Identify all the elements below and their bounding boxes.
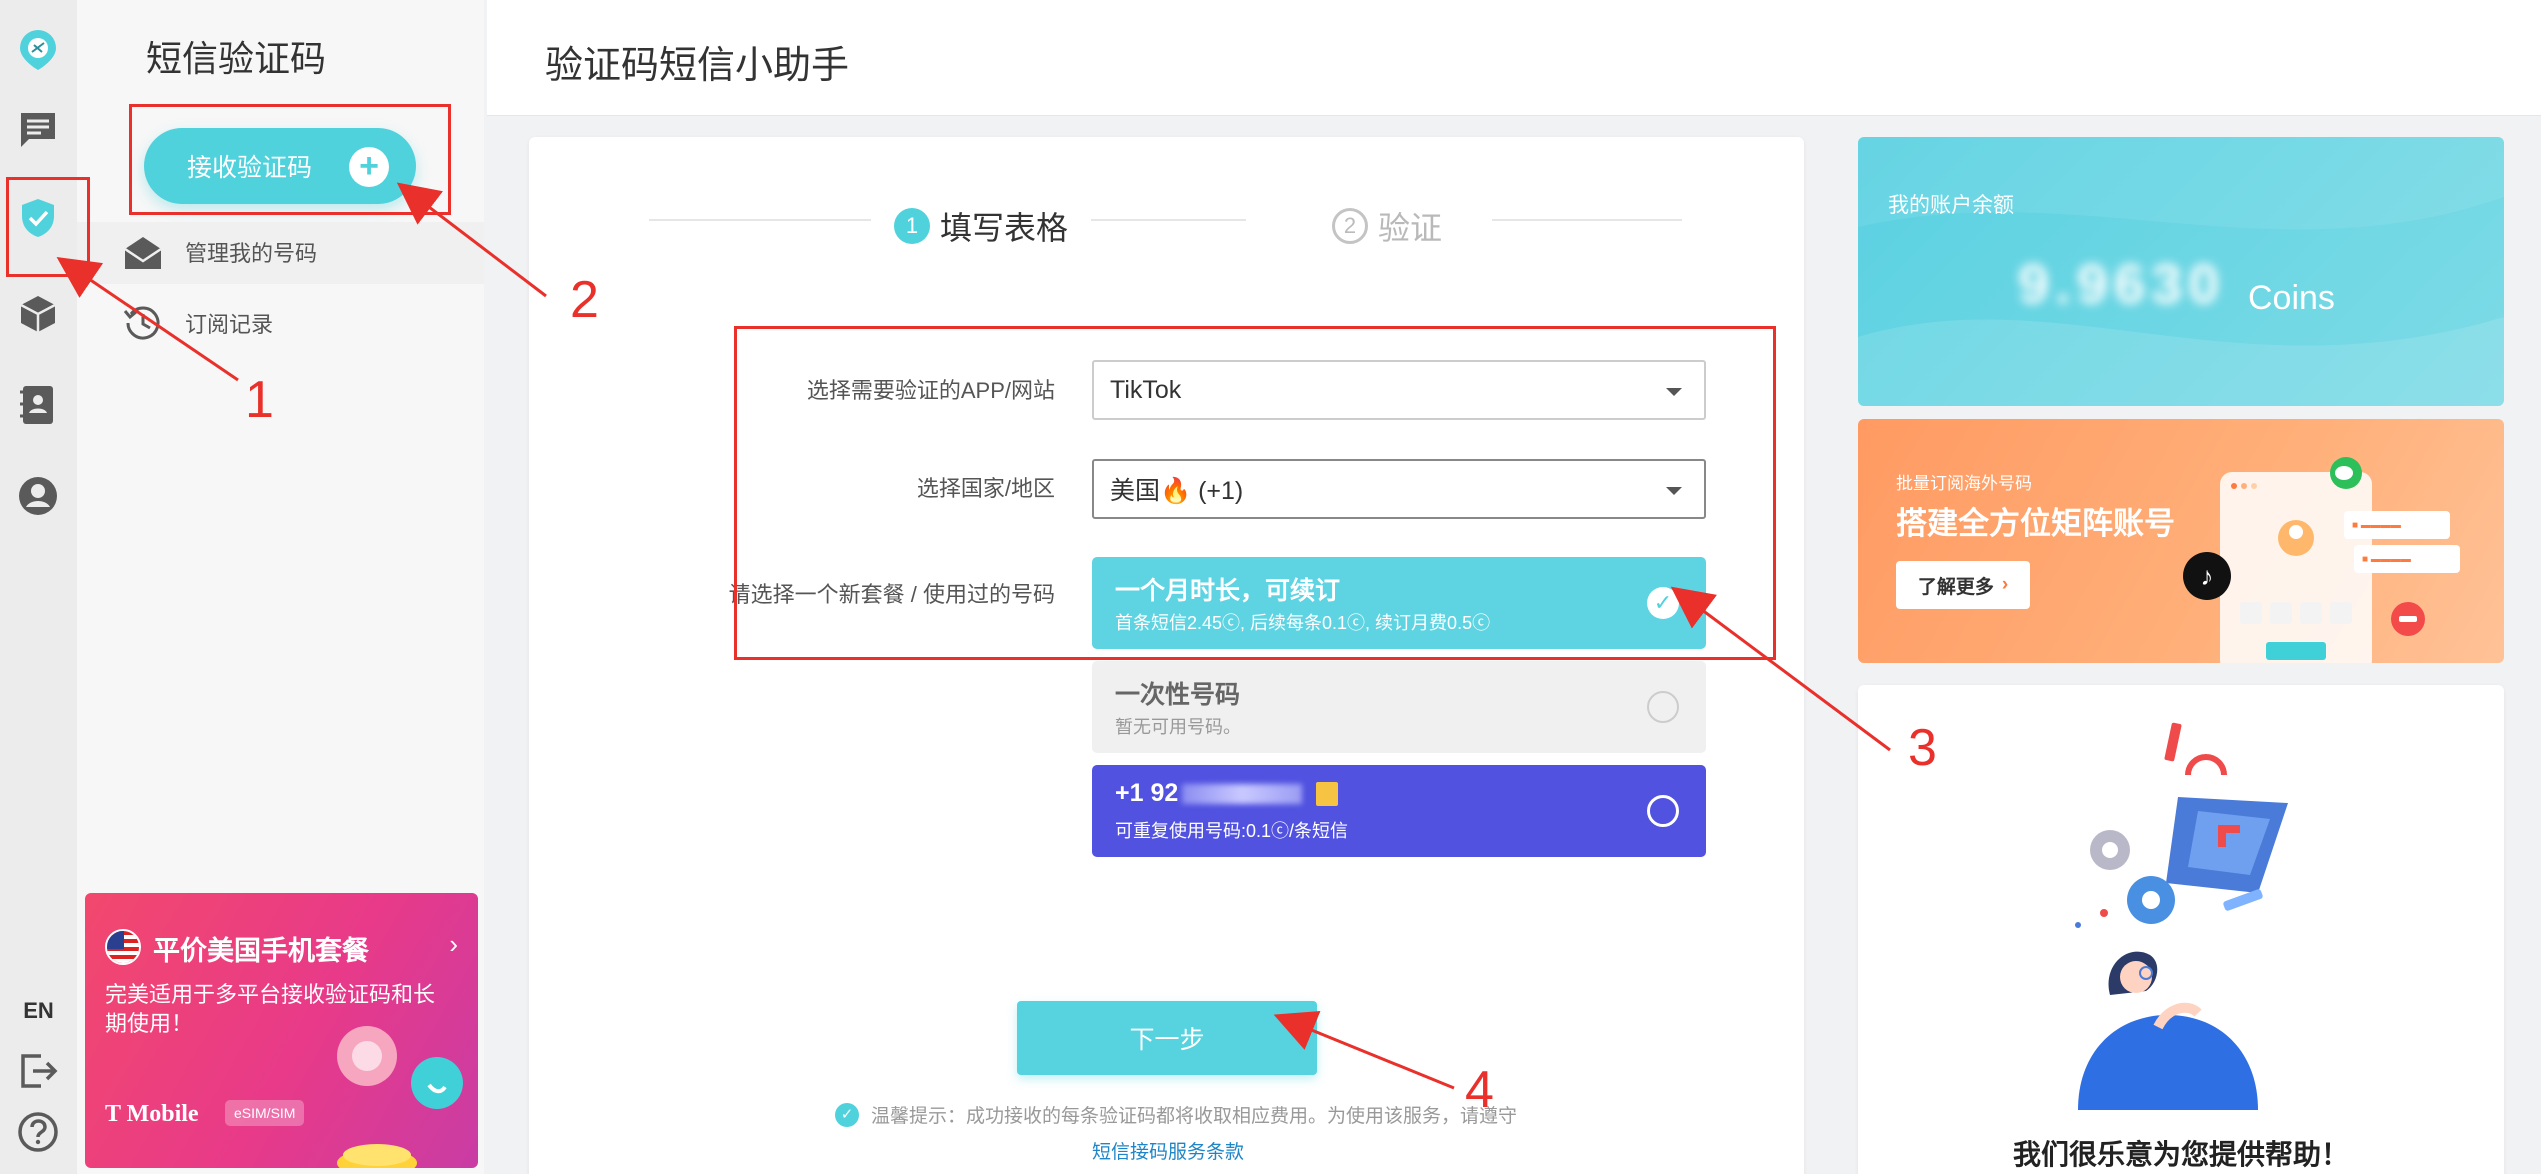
logout-icon[interactable] bbox=[10, 1043, 66, 1099]
next-button[interactable]: 下一步 bbox=[1017, 1001, 1317, 1075]
help-icon[interactable] bbox=[10, 1104, 66, 1160]
step-label: 填写表格 bbox=[940, 210, 1069, 246]
step-divider bbox=[649, 219, 871, 221]
box-icon[interactable] bbox=[10, 286, 66, 342]
bulk-subscribe-banner[interactable]: 批量订阅海外号码 搭建全方位矩阵账号 了解更多 › ♪ ■ ▬▬▬▬ ■ ▬▬▬▬ bbox=[1858, 419, 2504, 663]
red-badge-icon bbox=[2391, 602, 2425, 636]
plan-option-desc: 暂无可用号码。 bbox=[1115, 717, 1241, 737]
language-toggle[interactable]: EN bbox=[0, 998, 77, 1024]
notice-tip: ✓ 温馨提示：成功接收的每条验证码都将收取相应费用。为使用该服务，请遵守 bbox=[835, 1101, 1517, 1128]
annotation-box bbox=[6, 177, 90, 277]
banner-subtitle: 批量订阅海外号码 bbox=[1896, 474, 2032, 493]
terms-link[interactable]: 短信接码服务条款 bbox=[1092, 1137, 1244, 1164]
sidebar-item-manage-numbers[interactable]: 管理我的号码 bbox=[122, 224, 317, 280]
step-fill-form: 1 填写表格 bbox=[894, 203, 1068, 249]
notice-text: 温馨提示：成功接收的每条验证码都将收取相应费用。为使用该服务，请遵守 bbox=[871, 1106, 1518, 1127]
promo-title: 平价美国手机套餐 bbox=[153, 936, 369, 966]
step-divider bbox=[1492, 219, 1682, 221]
step-number: 2 bbox=[1332, 208, 1368, 244]
plan-option-title: 一次性号码 bbox=[1115, 681, 1241, 709]
annotation-box bbox=[129, 104, 451, 215]
help-card: 我们很乐意为您提供帮助！ bbox=[1858, 685, 2504, 1174]
used-number-prefix: +1 92 bbox=[1115, 779, 1179, 807]
sidebar-title: 短信验证码 bbox=[146, 38, 327, 79]
step-label: 验证 bbox=[1378, 210, 1443, 246]
bookmark-icon bbox=[1316, 782, 1339, 807]
learn-more-button[interactable]: 了解更多 › bbox=[1896, 561, 2030, 609]
wechat-icon bbox=[2330, 457, 2362, 489]
radio-icon[interactable] bbox=[1647, 691, 1679, 723]
tiktok-icon: ♪ bbox=[2183, 552, 2231, 600]
sidebar-item-subscriptions[interactable]: 订阅记录 bbox=[122, 295, 273, 351]
step-number: 1 bbox=[894, 208, 930, 244]
radio-icon[interactable] bbox=[1647, 795, 1679, 827]
phone-illustration bbox=[2220, 472, 2372, 663]
plan-option-onetime[interactable]: 一次性号码 暂无可用号码。 bbox=[1092, 661, 1706, 753]
promo-brand: T Mobile bbox=[105, 1101, 199, 1127]
chat-icon[interactable] bbox=[10, 102, 66, 158]
top-header: 验证码短信小助手 bbox=[487, 0, 2541, 116]
balance-label: 我的账户余额 bbox=[1888, 194, 2014, 217]
history-icon bbox=[123, 306, 160, 340]
phone-number-chip: ■ ▬▬▬▬ bbox=[2344, 511, 2450, 539]
annotation-number: 4 bbox=[1465, 1061, 1494, 1119]
check-circle-icon: ✓ bbox=[835, 1102, 859, 1127]
step-divider bbox=[1091, 219, 1246, 221]
logo-icon[interactable] bbox=[10, 22, 66, 78]
contacts-icon[interactable] bbox=[10, 377, 66, 433]
chevron-right-icon: › bbox=[449, 929, 458, 959]
annotation-box bbox=[734, 326, 1776, 660]
annotation-number: 3 bbox=[1908, 719, 1937, 777]
promo-badge: eSIM/SIM bbox=[225, 1100, 305, 1126]
plan-option-used-number[interactable]: +1 92 可重复使用号码:0.1ⓒ/条短信 bbox=[1092, 765, 1706, 857]
phone-number-chip: ■ ▬▬▬▬ bbox=[2354, 545, 2460, 573]
promo-card[interactable]: 平价美国手机套餐 › 完美适用于多平台接收验证码和长期使用！ T Mobile … bbox=[85, 893, 478, 1168]
banner-title: 搭建全方位矩阵账号 bbox=[1896, 506, 2175, 541]
phone-screen-icon bbox=[2231, 483, 2352, 660]
balance-amount: 9.9630 bbox=[2018, 252, 2226, 315]
page-title: 验证码短信小助手 bbox=[545, 45, 850, 87]
chevron-right-icon: › bbox=[2001, 574, 2009, 595]
plan-option-title: +1 92 bbox=[1115, 779, 1339, 808]
promo-illustration bbox=[337, 1026, 463, 1168]
annotation-number: 2 bbox=[570, 271, 599, 329]
user-icon[interactable] bbox=[10, 468, 66, 524]
balance-card: 我的账户余额 9.9630 Coins bbox=[1858, 137, 2504, 406]
us-flag-icon bbox=[105, 929, 141, 965]
balance-unit: Coins bbox=[2248, 279, 2335, 317]
envelope-open-icon bbox=[124, 237, 162, 269]
help-title: 我们很乐意为您提供帮助！ bbox=[2012, 1139, 2349, 1170]
annotation-number: 1 bbox=[245, 371, 274, 429]
sidebar-item-label: 订阅记录 bbox=[185, 312, 274, 337]
support-illustration bbox=[2075, 722, 2288, 1110]
learn-more-label: 了解更多 bbox=[1917, 576, 1994, 598]
redacted-number bbox=[1182, 784, 1303, 805]
sidebar-item-label: 管理我的号码 bbox=[185, 241, 318, 266]
plan-option-desc: 可重复使用号码:0.1ⓒ/条短信 bbox=[1115, 821, 1349, 841]
step-verify: 2 验证 bbox=[1332, 203, 1442, 249]
